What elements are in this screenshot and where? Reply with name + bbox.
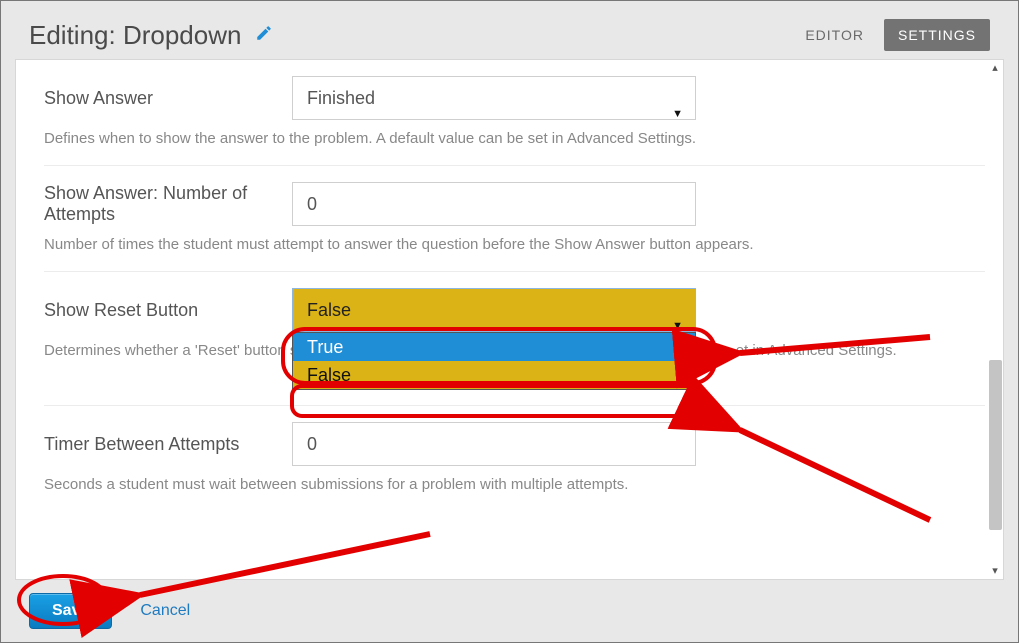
input-show-answer-attempts[interactable]	[292, 182, 696, 226]
label-timer: Timer Between Attempts	[44, 434, 292, 455]
select-show-answer-value: Finished	[307, 88, 375, 108]
select-show-reset[interactable]: False ▼	[292, 288, 696, 332]
help-timer: Seconds a student must wait between subm…	[44, 476, 985, 493]
help-show-reset-prefix: Determines whether a 'Reset' button s	[44, 342, 297, 359]
save-button[interactable]: Save	[29, 593, 112, 629]
help-show-answer-attempts: Number of times the student must attempt…	[44, 236, 985, 253]
option-false[interactable]: False	[293, 361, 695, 389]
tab-settings[interactable]: SETTINGS	[884, 19, 990, 51]
setting-timer: Timer Between Attempts Seconds a student…	[44, 406, 985, 511]
select-show-reset-value: False	[307, 300, 351, 320]
cancel-link[interactable]: Cancel	[140, 602, 190, 620]
input-timer[interactable]	[292, 422, 696, 466]
option-true[interactable]: True	[293, 333, 695, 361]
modal-footer: Save Cancel	[1, 580, 1018, 642]
editor-modal: Editing: Dropdown EDITOR SETTINGS ▴ ▾ Sh…	[1, 1, 1018, 642]
pencil-icon[interactable]	[255, 24, 273, 47]
chevron-down-icon: ▼	[672, 93, 683, 135]
modal-header: Editing: Dropdown EDITOR SETTINGS	[1, 1, 1018, 59]
label-show-answer-attempts: Show Answer: Number of Attempts	[44, 183, 292, 225]
settings-body: ▴ ▾ Show Answer Finished ▼ Defines when …	[15, 59, 1004, 580]
help-show-reset-suffix: et in Advanced Settings.	[736, 342, 897, 359]
setting-show-answer: Show Answer Finished ▼ Defines when to s…	[44, 60, 985, 166]
help-show-answer: Defines when to show the answer to the p…	[44, 130, 985, 147]
select-show-answer[interactable]: Finished ▼	[292, 76, 696, 120]
page-title: Editing: Dropdown	[29, 20, 241, 51]
setting-show-answer-attempts: Show Answer: Number of Attempts Number o…	[44, 166, 985, 272]
label-show-answer: Show Answer	[44, 88, 292, 109]
label-show-reset: Show Reset Button	[44, 300, 292, 321]
select-show-reset-options: True False	[292, 332, 696, 390]
setting-show-reset: Show Reset Button False ▼ True False	[44, 272, 985, 406]
tab-editor[interactable]: EDITOR	[791, 19, 878, 51]
